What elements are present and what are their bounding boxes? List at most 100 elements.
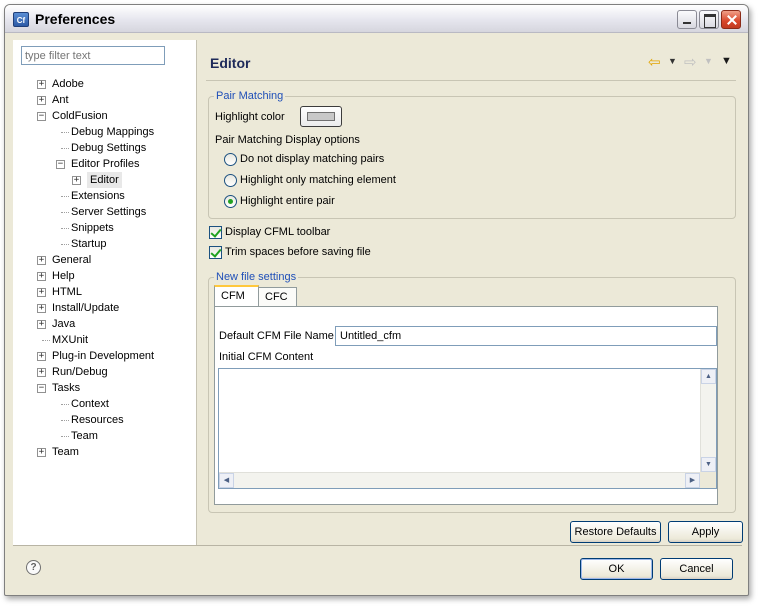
tree-item[interactable]: + Adobe bbox=[13, 76, 197, 92]
apply-button[interactable]: Apply bbox=[668, 521, 743, 543]
color-swatch bbox=[307, 112, 335, 121]
tree-item-label: Server Settings bbox=[71, 206, 147, 218]
tree-item-label: Tasks bbox=[52, 382, 81, 394]
tree-item[interactable]: + HTML bbox=[13, 284, 197, 300]
default-file-name-input[interactable]: Untitled_cfm bbox=[335, 326, 717, 346]
scroll-right-icon[interactable]: ▶ bbox=[685, 473, 700, 488]
ok-button[interactable]: OK bbox=[580, 558, 653, 580]
tree-item[interactable]: + Plug-in Development bbox=[13, 348, 197, 364]
tree-item[interactable]: − ColdFusion bbox=[13, 108, 197, 124]
display-cfml-toolbar-label[interactable]: Display CFML toolbar bbox=[225, 226, 330, 238]
display-cfml-toolbar-checkbox[interactable] bbox=[209, 226, 222, 239]
tree-item[interactable]: + Help bbox=[13, 268, 197, 284]
tree-connector-line bbox=[61, 212, 69, 213]
tree-item[interactable]: Startup bbox=[13, 236, 197, 252]
expand-plus-icon[interactable]: + bbox=[37, 368, 46, 377]
radio-do-not-display-label[interactable]: Do not display matching pairs bbox=[240, 153, 384, 165]
scroll-up-icon[interactable]: ▲ bbox=[701, 369, 716, 384]
title-bar[interactable]: Cf Preferences bbox=[5, 5, 748, 33]
radio-highlight-matching-element-label[interactable]: Highlight only matching element bbox=[240, 174, 396, 186]
tree-connector-line bbox=[61, 132, 69, 133]
tree-item[interactable]: + Editor bbox=[13, 172, 197, 188]
tree-item[interactable]: + Install/Update bbox=[13, 300, 197, 316]
tree-item-label: Context bbox=[71, 398, 109, 410]
tree-item[interactable]: Extensions bbox=[13, 188, 197, 204]
tree-item-label: Run/Debug bbox=[52, 366, 108, 378]
initial-content-textarea[interactable]: ▲ ▼ ◀ ▶ bbox=[218, 368, 717, 489]
cancel-button[interactable]: Cancel bbox=[660, 558, 733, 580]
title-divider bbox=[206, 80, 736, 81]
tree-item[interactable]: Resources bbox=[13, 412, 197, 428]
radio-highlight-entire-pair-label[interactable]: Highlight entire pair bbox=[240, 195, 335, 207]
forward-history-dropdown-icon[interactable]: ▼ bbox=[704, 56, 713, 66]
scroll-left-icon[interactable]: ◀ bbox=[219, 473, 234, 488]
horizontal-scrollbar[interactable]: ◀ ▶ bbox=[219, 472, 700, 488]
trim-spaces-label[interactable]: Trim spaces before saving file bbox=[225, 246, 371, 258]
expand-plus-icon[interactable]: + bbox=[37, 96, 46, 105]
expand-plus-icon[interactable]: + bbox=[72, 176, 81, 185]
expand-plus-icon[interactable]: + bbox=[37, 256, 46, 265]
highlight-color-button[interactable] bbox=[300, 106, 342, 127]
tree-item[interactable]: + Run/Debug bbox=[13, 364, 197, 380]
minimize-button[interactable] bbox=[677, 10, 697, 29]
help-icon[interactable]: ? bbox=[26, 560, 41, 575]
tree-item[interactable]: Context bbox=[13, 396, 197, 412]
expand-plus-icon[interactable]: + bbox=[37, 352, 46, 361]
tree-item[interactable]: + Team bbox=[13, 444, 197, 460]
tree-item-label: Team bbox=[52, 446, 79, 458]
tree-item-label: ColdFusion bbox=[52, 110, 108, 122]
tree-item[interactable]: − Editor Profiles bbox=[13, 156, 197, 172]
trim-spaces-checkbox[interactable] bbox=[209, 246, 222, 259]
tree-item[interactable]: Team bbox=[13, 428, 197, 444]
tree-item[interactable]: + General bbox=[13, 252, 197, 268]
expand-plus-icon[interactable]: + bbox=[37, 80, 46, 89]
preferences-tree: + Adobe + Ant − ColdFusion Debug Mappings Debug… bbox=[13, 76, 197, 460]
filter-input[interactable] bbox=[21, 46, 165, 65]
tree-item[interactable]: − Tasks bbox=[13, 380, 197, 396]
scrollbar-corner bbox=[700, 472, 716, 488]
forward-arrow-icon[interactable]: ⇨ bbox=[684, 53, 697, 71]
maximize-button[interactable] bbox=[699, 10, 719, 29]
tree-item-label: General bbox=[52, 254, 92, 266]
tree-item[interactable]: + Ant bbox=[13, 92, 197, 108]
tree-item[interactable]: Server Settings bbox=[13, 204, 197, 220]
tree-item[interactable]: Snippets bbox=[13, 220, 197, 236]
tree-connector-line bbox=[61, 420, 69, 421]
tree-item-label: MXUnit bbox=[52, 334, 89, 346]
radio-highlight-entire-pair[interactable] bbox=[224, 195, 237, 208]
radio-do-not-display[interactable] bbox=[224, 153, 237, 166]
collapse-minus-icon[interactable]: − bbox=[37, 112, 46, 121]
back-arrow-icon[interactable]: ⇦ bbox=[648, 53, 661, 71]
tree-item[interactable]: + Java bbox=[13, 316, 197, 332]
view-menu-chevron-down-icon[interactable]: ▼ bbox=[721, 55, 732, 67]
highlight-color-label: Highlight color bbox=[215, 111, 285, 123]
expand-plus-icon[interactable]: + bbox=[37, 288, 46, 297]
expand-plus-icon[interactable]: + bbox=[37, 320, 46, 329]
expand-plus-icon[interactable]: + bbox=[37, 304, 46, 313]
tree-item[interactable]: Debug Mappings bbox=[13, 124, 197, 140]
tree-item-label: Extensions bbox=[71, 190, 125, 202]
back-history-dropdown-icon[interactable]: ▼ bbox=[668, 56, 677, 66]
tree-item[interactable]: Debug Settings bbox=[13, 140, 197, 156]
tree-item-label: Resources bbox=[71, 414, 124, 426]
collapse-minus-icon[interactable]: − bbox=[56, 160, 65, 169]
pair-matching-legend: Pair Matching bbox=[216, 90, 284, 102]
expand-plus-icon[interactable]: + bbox=[37, 272, 46, 281]
tree-connector-line bbox=[61, 436, 69, 437]
close-button[interactable] bbox=[721, 10, 741, 29]
tree-connector-line bbox=[61, 404, 69, 405]
tree-item[interactable]: MXUnit bbox=[13, 332, 197, 348]
vertical-scrollbar[interactable]: ▲ ▼ bbox=[700, 369, 716, 472]
tree-item-label: Editor Profiles bbox=[71, 158, 140, 170]
collapse-minus-icon[interactable]: − bbox=[37, 384, 46, 393]
tab-cfc[interactable]: CFC bbox=[258, 287, 297, 307]
footer-divider bbox=[13, 545, 742, 546]
restore-defaults-button[interactable]: Restore Defaults bbox=[570, 521, 661, 543]
tree-item-label: Startup bbox=[71, 238, 107, 250]
tree-connector-line bbox=[61, 196, 69, 197]
tree-item-label: Java bbox=[52, 318, 76, 330]
radio-highlight-matching-element[interactable] bbox=[224, 174, 237, 187]
tab-cfm[interactable]: CFM bbox=[214, 285, 259, 307]
expand-plus-icon[interactable]: + bbox=[37, 448, 46, 457]
scroll-down-icon[interactable]: ▼ bbox=[701, 457, 716, 472]
